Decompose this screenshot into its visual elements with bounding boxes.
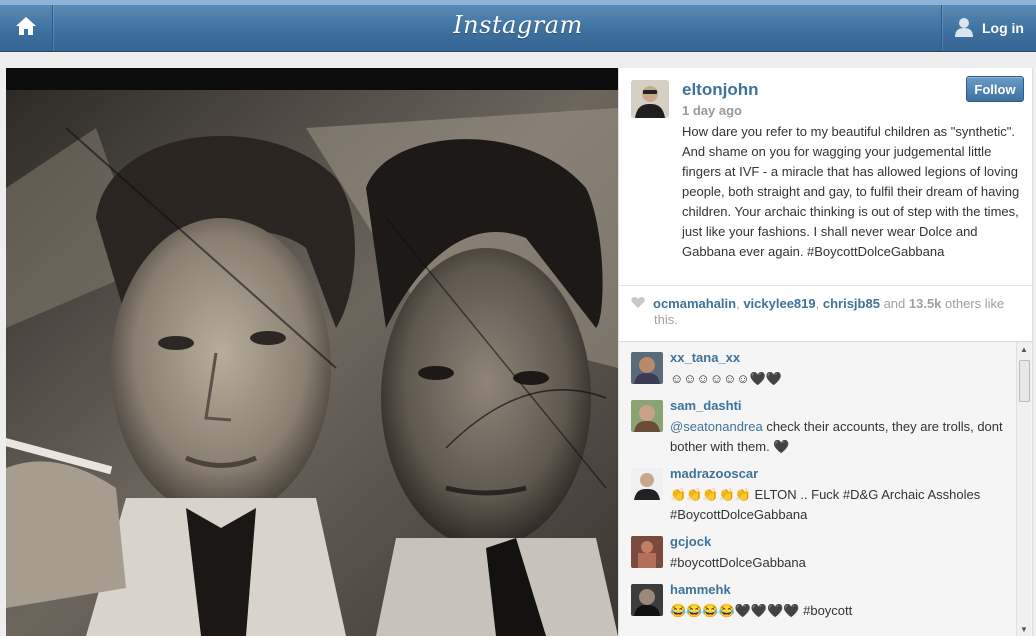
likes-summary: ocmamahalin, vickylee819, chrisjb85 and …: [631, 296, 1026, 328]
comment-username[interactable]: madrazooscar: [670, 466, 758, 481]
post-photo: [6, 68, 618, 636]
comment-username[interactable]: hammehk: [670, 582, 731, 597]
comment-text: #boycottDolceGabbana: [670, 555, 806, 570]
avatar[interactable]: [631, 468, 663, 500]
post-detail-panel: eltonjohn Follow 1 day ago How dare you …: [618, 68, 1033, 636]
avatar[interactable]: [631, 80, 669, 118]
mention-link[interactable]: @seatonandrea: [670, 419, 763, 434]
top-bar: Instagram Log in: [0, 0, 1036, 52]
brand-logo[interactable]: Instagram: [0, 11, 1036, 39]
comment-username[interactable]: xx_tana_xx: [670, 350, 740, 365]
liker-link[interactable]: chrisjb85: [823, 296, 880, 311]
comment-text: 👏👏👏👏👏 ELTON .. Fuck #D&G Archaic Asshole…: [670, 487, 981, 522]
avatar[interactable]: [631, 584, 663, 616]
comments-list: xx_tana_xx ☺☺☺☺☺☺🖤🖤 sam_dashti @seatonan…: [619, 342, 1032, 636]
comment-username[interactable]: gcjock: [670, 534, 711, 549]
likes-suffix-2: this.: [654, 312, 678, 327]
liker-link[interactable]: ocmamahalin: [653, 296, 736, 311]
comment-text: 😂😂😂😂🖤🖤🖤🖤 #boycott: [670, 603, 853, 618]
user-icon: [954, 17, 974, 40]
login-label: Log in: [982, 20, 1024, 36]
scroll-thumb[interactable]: [1019, 360, 1030, 402]
divider: [619, 285, 1032, 286]
post-timestamp: 1 day ago: [682, 103, 742, 118]
comment-text: ☺☺☺☺☺☺🖤🖤: [670, 371, 783, 386]
likes-and: and: [879, 296, 909, 311]
comment-text: @seatonandrea check their accounts, they…: [670, 417, 1010, 457]
avatar[interactable]: [631, 536, 663, 568]
avatar[interactable]: [631, 400, 663, 432]
comment-username[interactable]: sam_dashti: [670, 398, 742, 413]
follow-button[interactable]: Follow: [966, 76, 1024, 102]
likes-separator: ,: [815, 296, 823, 311]
post-username[interactable]: eltonjohn: [682, 80, 758, 100]
scroll-down-icon[interactable]: ▼: [1017, 622, 1031, 636]
avatar[interactable]: [631, 352, 663, 384]
scroll-up-icon[interactable]: ▲: [1017, 342, 1031, 356]
liker-link[interactable]: vickylee819: [743, 296, 815, 311]
heart-icon[interactable]: [631, 296, 645, 312]
likes-suffix: others like: [941, 296, 1005, 311]
login-button[interactable]: Log in: [941, 5, 1036, 51]
post-caption: How dare you refer to my beautiful child…: [682, 124, 1020, 259]
comments-scrollbar[interactable]: ▲ ▼: [1016, 342, 1031, 636]
likes-count[interactable]: 13.5k: [909, 296, 942, 311]
